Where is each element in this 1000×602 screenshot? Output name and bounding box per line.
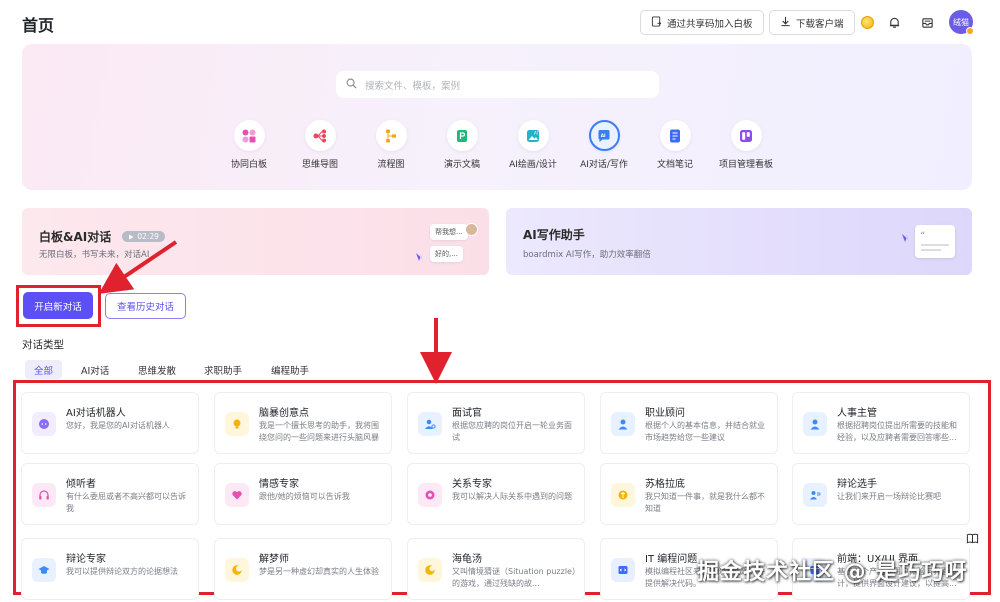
turtle-soup-icon bbox=[418, 558, 442, 582]
bot-description: 我只知道一件事，就是我什么都不知道 bbox=[645, 492, 765, 513]
bot-card[interactable]: 脑暴创意点我是一个擅长思考的助手，我将围绕您问的一些问题来进行头脑风暴 bbox=[214, 392, 392, 454]
section-title: 对话类型 bbox=[22, 339, 64, 351]
bot-card[interactable]: 海龟汤又叫情境猜谜（Situation puzzle）的游戏，通过残缺的故... bbox=[407, 538, 585, 600]
tab-ai-chat[interactable]: AI对话 bbox=[72, 360, 118, 379]
bot-card[interactable]: 倾听者有什么委屈或者不高兴都可以告诉我 bbox=[21, 463, 199, 525]
bot-card[interactable]: 解梦师梦是另一种虚幻却真实的人生体验 bbox=[214, 538, 392, 600]
bot-description: 我可以解决人际关系中遇到的问题 bbox=[452, 492, 572, 501]
bot-card[interactable]: 辩论选手让我们来开启一场辩论比赛吧 bbox=[792, 463, 970, 525]
arrow-to-new-chat bbox=[98, 240, 178, 294]
bot-card[interactable]: 人事主管根据招聘岗位提出所需要的技能和经验，以及应聘者需要回答哪些... bbox=[792, 392, 970, 454]
moon-icon bbox=[225, 558, 249, 582]
bot-description: 根据您应聘的岗位开启一轮业务面试 bbox=[452, 421, 572, 442]
bot-card[interactable]: 苏格拉底我只知道一件事，就是我什么都不知道 bbox=[600, 463, 778, 525]
bot-description: 有什么委屈或者不高兴都可以告诉我 bbox=[66, 492, 186, 513]
bot-description: 跟他/她的烦恼可以告诉我 bbox=[259, 492, 350, 501]
bot-description: 根据招聘岗位提出所需要的技能和经验，以及应聘者需要回答哪些... bbox=[837, 421, 957, 442]
bot-title: 苏格拉底 bbox=[645, 479, 685, 490]
lightbulb-icon bbox=[225, 412, 249, 436]
bot-card[interactable]: 情感专家跟他/她的烦恼可以告诉我 bbox=[214, 463, 392, 525]
tab-job-assistant[interactable]: 求职助手 bbox=[195, 360, 251, 379]
bot-description: 让我们来开启一场辩论比赛吧 bbox=[837, 492, 941, 501]
bot-title: 职业顾问 bbox=[645, 408, 685, 419]
bot-title: 倾听者 bbox=[66, 479, 96, 490]
graduation-cap-icon bbox=[32, 558, 56, 582]
bot-card[interactable]: 辩论专家我可以提供辩论双方的论据想法 bbox=[21, 538, 199, 600]
bot-title: 海龟汤 bbox=[452, 554, 482, 565]
bot-description: 我可以提供辩论双方的论据想法 bbox=[66, 567, 178, 576]
bot-title: 面试官 bbox=[452, 408, 482, 419]
tab-coding-assistant[interactable]: 编程助手 bbox=[262, 360, 318, 379]
tab-brainstorm[interactable]: 思维发散 bbox=[129, 360, 185, 379]
heart-icon bbox=[225, 483, 249, 507]
bot-description: 根据个人的基本信息，并结合就业市场趋势给您一些建议 bbox=[645, 421, 765, 442]
bot-card[interactable]: 面试官根据您应聘的岗位开启一轮业务面试 bbox=[407, 392, 585, 454]
bot-title: AI对话机器人 bbox=[66, 408, 126, 419]
bot-card[interactable]: 职业顾问根据个人的基本信息，并结合就业市场趋势给您一些建议 bbox=[600, 392, 778, 454]
bot-title: 解梦师 bbox=[259, 554, 289, 565]
bot-description: 我是一个擅长思考的助手，我将围绕您问的一些问题来进行头脑风暴 bbox=[259, 421, 379, 442]
bot-title: IT 编程问题 bbox=[645, 554, 698, 565]
bot-card[interactable]: 关系专家我可以解决人际关系中遇到的问题 bbox=[407, 463, 585, 525]
bot-description: 您好，我是您的AI对话机器人 bbox=[66, 421, 170, 430]
career-advisor-icon bbox=[611, 412, 635, 436]
bot-title: 情感专家 bbox=[259, 479, 299, 490]
bot-title: 辩论专家 bbox=[66, 554, 106, 565]
debater-icon bbox=[803, 483, 827, 507]
code-icon bbox=[611, 558, 635, 582]
book-icon[interactable] bbox=[962, 528, 982, 548]
bot-title: 人事主管 bbox=[837, 408, 877, 419]
chat-bot-icon bbox=[32, 412, 56, 436]
bot-title: 辩论选手 bbox=[837, 479, 877, 490]
tab-all[interactable]: 全部 bbox=[25, 360, 63, 379]
watermark: 掘金技术社区 @ 是巧巧呀 bbox=[697, 560, 968, 585]
bot-title: 关系专家 bbox=[452, 479, 492, 490]
bot-description: 又叫情境猜谜（Situation puzzle）的游戏，通过残缺的故... bbox=[452, 567, 576, 588]
relationship-icon bbox=[418, 483, 442, 507]
socrates-icon bbox=[611, 483, 635, 507]
bot-title: 脑暴创意点 bbox=[259, 408, 309, 419]
hr-manager-icon bbox=[803, 412, 827, 436]
headphone-icon bbox=[32, 483, 56, 507]
interviewer-icon bbox=[418, 412, 442, 436]
bot-description: 梦是另一种虚幻却真实的人生体验 bbox=[259, 567, 379, 576]
bot-card[interactable]: AI对话机器人您好，我是您的AI对话机器人 bbox=[21, 392, 199, 454]
